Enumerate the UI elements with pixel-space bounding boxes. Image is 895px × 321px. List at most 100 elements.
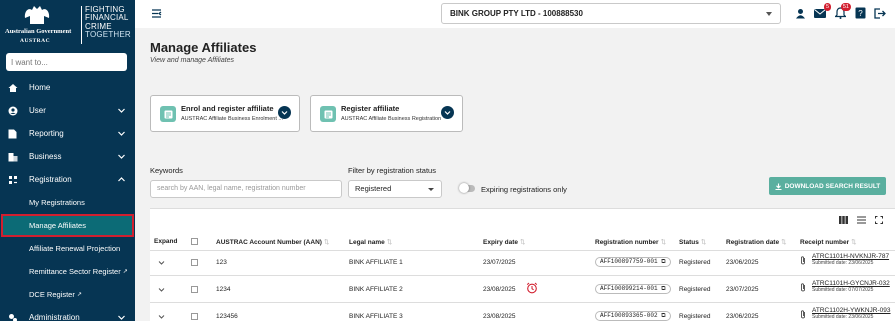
slogan-line: TOGETHER xyxy=(85,30,131,40)
cell-legal-name: BINK AFFILIATE 2 xyxy=(349,286,403,293)
sidebar-subitem-manage-affiliates[interactable]: Manage Affiliates xyxy=(1,214,134,237)
row-divider xyxy=(150,275,895,276)
density-icon[interactable] xyxy=(857,216,866,224)
keywords-label: Keywords xyxy=(150,166,183,175)
cell-registration-date: 23/07/2025 xyxy=(726,286,759,293)
column-header-aan[interactable]: AUSTRAC Account Number (AAN) ⇅ xyxy=(216,238,329,246)
svg-text:?: ? xyxy=(858,9,863,18)
sidebar-subitem-remittance-sector-register[interactable]: Remittance Sector Register ↗ xyxy=(0,260,135,283)
cell-legal-name: BINK AFFILIATE 3 xyxy=(349,313,403,320)
chevron-down-icon xyxy=(118,315,125,320)
profile-icon[interactable] xyxy=(793,6,807,20)
row-checkbox[interactable] xyxy=(191,313,198,320)
sidebar-item-business[interactable]: Business xyxy=(0,145,135,168)
top-icons: 5 51 ? xyxy=(793,3,887,20)
home-icon xyxy=(7,82,18,93)
row-checkbox[interactable] xyxy=(191,286,198,293)
sidebar-subitem-label: Affiliate Renewal Projection xyxy=(29,244,121,253)
i-want-to-search-input[interactable] xyxy=(6,53,127,71)
receipt-cell: ATRC1101H-GYCNJR-032 Submitted date: 07/… xyxy=(812,280,890,293)
help-book-icon[interactable]: ? xyxy=(853,6,867,20)
select-all-checkbox[interactable] xyxy=(191,238,198,245)
registration-number-pill[interactable]: AFF100893365-002 ⧉ xyxy=(595,311,671,321)
cell-registration-date: 23/06/2025 xyxy=(726,259,759,266)
sidebar-subitem-label: Manage Affiliates xyxy=(29,221,86,230)
column-header-expiry-date[interactable]: Expiry date ⇅ xyxy=(483,238,526,246)
registration-number-pill[interactable]: AFF100897759-001 ⧉ xyxy=(595,257,671,267)
enrol-register-affiliate-card[interactable]: Enrol and register affiliate AUSTRAC Aff… xyxy=(150,95,300,132)
status-filter-select[interactable]: Registered xyxy=(348,180,442,198)
column-header-registration-date[interactable]: Registration date ⇅ xyxy=(726,238,787,246)
cell-status: Registered xyxy=(679,286,711,293)
cell-aan: 123 xyxy=(216,259,227,266)
expiring-toggle[interactable] xyxy=(459,183,475,193)
card-title: Enrol and register affiliate xyxy=(181,104,274,113)
columns-icon[interactable] xyxy=(839,216,848,224)
chevron-down-icon xyxy=(118,131,125,136)
sidebar-nav: Home User Reporting Business Registratio… xyxy=(0,76,135,321)
cell-expiry-date: 23/07/2025 xyxy=(483,259,516,266)
sort-icon: ⇅ xyxy=(386,239,393,246)
register-affiliate-card[interactable]: Register affiliate AUSTRAC Affiliate Bus… xyxy=(310,95,463,132)
sidebar-subitem-dce-register[interactable]: DCE Register ↗ xyxy=(0,283,135,306)
slogan: FIGHTING FINANCIAL CRIME TOGETHER xyxy=(85,5,131,40)
mail-icon[interactable]: 5 xyxy=(813,3,831,20)
card-expand-button[interactable] xyxy=(441,106,454,119)
column-header-legal-name[interactable]: Legal name ⇅ xyxy=(349,238,392,246)
chevron-down-icon xyxy=(444,111,451,115)
sidebar-item-home[interactable]: Home xyxy=(0,76,135,99)
sidebar-item-user[interactable]: User xyxy=(0,99,135,122)
card-subtitle: AUSTRAC Affiliate Business Registration xyxy=(341,116,442,122)
chevron-down-icon[interactable] xyxy=(158,286,165,293)
caret-down-icon xyxy=(428,188,434,191)
sidebar-subitem-my-registrations[interactable]: My Registrations xyxy=(0,191,135,214)
sidebar-subitem-affiliate-renewal-projection[interactable]: Affiliate Renewal Projection xyxy=(0,237,135,260)
column-header-registration-number[interactable]: Registration number ⇅ xyxy=(595,238,666,246)
sort-icon: ⇅ xyxy=(660,239,667,246)
collapse-menu-icon[interactable] xyxy=(151,8,162,19)
card-expand-button[interactable] xyxy=(278,106,291,119)
chevron-down-icon[interactable] xyxy=(158,259,165,266)
download-search-result-button[interactable]: DOWNLOAD SEARCH RESULT xyxy=(769,177,886,195)
top-bar: BINK GROUP PTY LTD - 100888530 5 51 ? xyxy=(135,0,895,28)
column-header-expand: Expand xyxy=(154,238,177,245)
receipt-link[interactable]: ATRC1101H-NVKNJR-787 xyxy=(812,253,889,260)
receipt-link[interactable]: ATRC1102H-YWKNJR-093 xyxy=(812,307,891,314)
notification-bell-icon[interactable]: 51 xyxy=(833,3,851,20)
receipt-link[interactable]: ATRC1101H-GYCNJR-032 xyxy=(812,280,890,287)
entity-select[interactable]: BINK GROUP PTY LTD - 100888530 xyxy=(441,3,781,24)
receipt-cell: ATRC1101H-NVKNJR-787 Submitted date: 23/… xyxy=(812,253,889,266)
brand-logo: Australian Government AUSTRAC FIGHTING F… xyxy=(0,0,135,50)
row-divider xyxy=(150,302,895,303)
cell-expiry-date: 23/08/2025 xyxy=(483,313,516,320)
status-filter-label: Filter by registration status xyxy=(348,166,436,175)
logout-icon[interactable] xyxy=(873,6,887,20)
sidebar-item-reporting[interactable]: Reporting xyxy=(0,122,135,145)
entity-select-value: BINK GROUP PTY LTD - 100888530 xyxy=(450,9,583,18)
fullscreen-icon[interactable] xyxy=(875,216,883,224)
cell-aan: 123456 xyxy=(216,313,238,320)
agency-label: AUSTRAC xyxy=(20,38,51,44)
alarm-clock-icon xyxy=(526,282,538,294)
column-header-receipt-number[interactable]: Receipt number ⇅ xyxy=(800,238,857,246)
user-icon xyxy=(7,105,18,116)
caret-down-icon xyxy=(766,12,772,16)
sidebar-item-administration[interactable]: Administration xyxy=(0,306,135,321)
government-label: Australian Government xyxy=(5,28,72,35)
registration-number-pill[interactable]: AFF100899214-001 ⧉ xyxy=(595,284,671,294)
copy-icon: ⧉ xyxy=(661,312,666,319)
expiring-toggle-label: Expiring registrations only xyxy=(481,185,567,194)
sidebar-item-registration[interactable]: Registration xyxy=(0,168,135,191)
sidebar: Australian Government AUSTRAC FIGHTING F… xyxy=(0,0,135,321)
receipt-cell: ATRC1102H-YWKNJR-093 Submitted date: 23/… xyxy=(812,307,891,320)
chevron-down-icon[interactable] xyxy=(158,313,165,320)
chevron-down-icon xyxy=(281,111,288,115)
page-subtitle: View and manage Affiliates xyxy=(150,57,235,64)
form-icon xyxy=(320,106,336,122)
download-button-label: DOWNLOAD SEARCH RESULT xyxy=(784,182,881,190)
column-header-label: Legal name xyxy=(349,239,385,246)
chevron-down-icon xyxy=(118,108,125,113)
column-header-status[interactable]: Status ⇅ xyxy=(679,238,706,246)
row-checkbox[interactable] xyxy=(191,259,198,266)
keywords-search-input[interactable]: search by AAN, legal name, registration … xyxy=(150,180,342,198)
